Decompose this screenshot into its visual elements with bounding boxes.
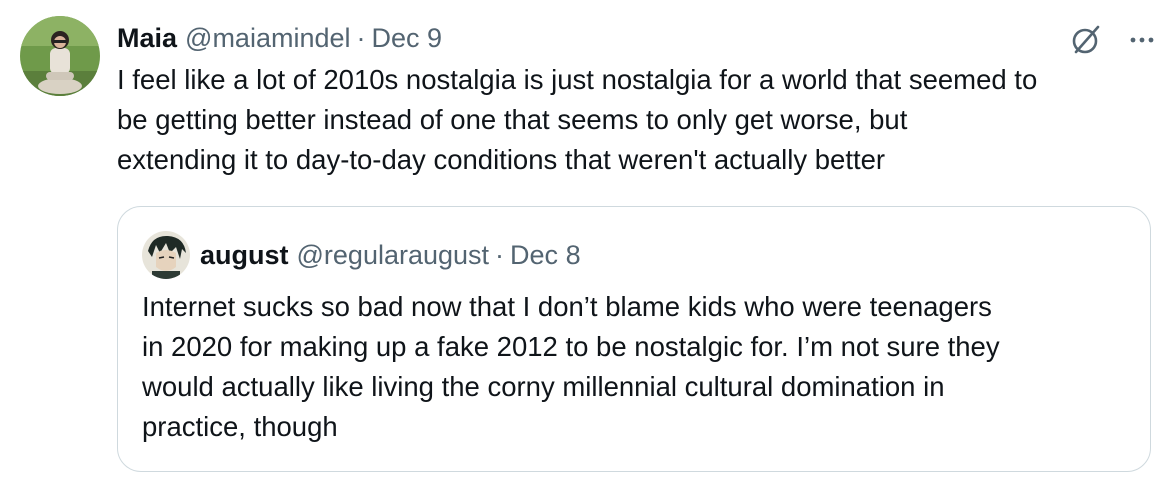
author-handle[interactable]: @maiamindel bbox=[185, 23, 350, 54]
tweet-text-line: be getting better instead of one that se… bbox=[117, 104, 908, 135]
tweet-text-line: I feel like a lot of 2010s nostalgia is … bbox=[117, 64, 1038, 95]
author-avatar[interactable] bbox=[20, 16, 100, 96]
quoted-author-avatar[interactable] bbox=[142, 231, 190, 279]
tweet-text-line: extending it to day-to-day conditions th… bbox=[117, 144, 886, 175]
quoted-tweet[interactable]: august @regularaugust · Dec 8 Internet s… bbox=[117, 206, 1151, 472]
quoted-text-line: practice, though bbox=[142, 411, 338, 442]
grok-icon[interactable] bbox=[1068, 22, 1104, 58]
quoted-avatar-image bbox=[142, 231, 190, 279]
tweet-text: I feel like a lot of 2010s nostalgia is … bbox=[117, 60, 1167, 180]
quoted-tweet-text: Internet sucks so bad now that I don’t b… bbox=[142, 287, 1132, 447]
quoted-tweet-date[interactable]: Dec 8 bbox=[510, 240, 581, 271]
quoted-text-line: Internet sucks so bad now that I don’t b… bbox=[142, 291, 992, 322]
quoted-text-line: in 2020 for making up a fake 2012 to be … bbox=[142, 331, 1000, 362]
tweet-date[interactable]: Dec 9 bbox=[372, 23, 443, 54]
avatar-photo bbox=[20, 16, 100, 96]
quoted-author-name[interactable]: august bbox=[200, 240, 289, 271]
separator-dot: · bbox=[495, 239, 505, 270]
more-icon[interactable] bbox=[1128, 26, 1156, 54]
tweet-actions-top bbox=[1068, 20, 1156, 60]
tweet-header: Maia @maiamindel · Dec 9 bbox=[117, 20, 442, 56]
author-name[interactable]: Maia bbox=[117, 23, 177, 54]
quoted-text-line: would actually like living the corny mil… bbox=[142, 371, 945, 402]
separator-dot: · bbox=[356, 22, 366, 53]
quoted-author-handle[interactable]: @regularaugust bbox=[297, 240, 490, 271]
tweet[interactable]: Maia @maiamindel · Dec 9 I feel like a l… bbox=[0, 0, 1176, 482]
quoted-tweet-header: august @regularaugust · Dec 8 bbox=[200, 237, 581, 273]
